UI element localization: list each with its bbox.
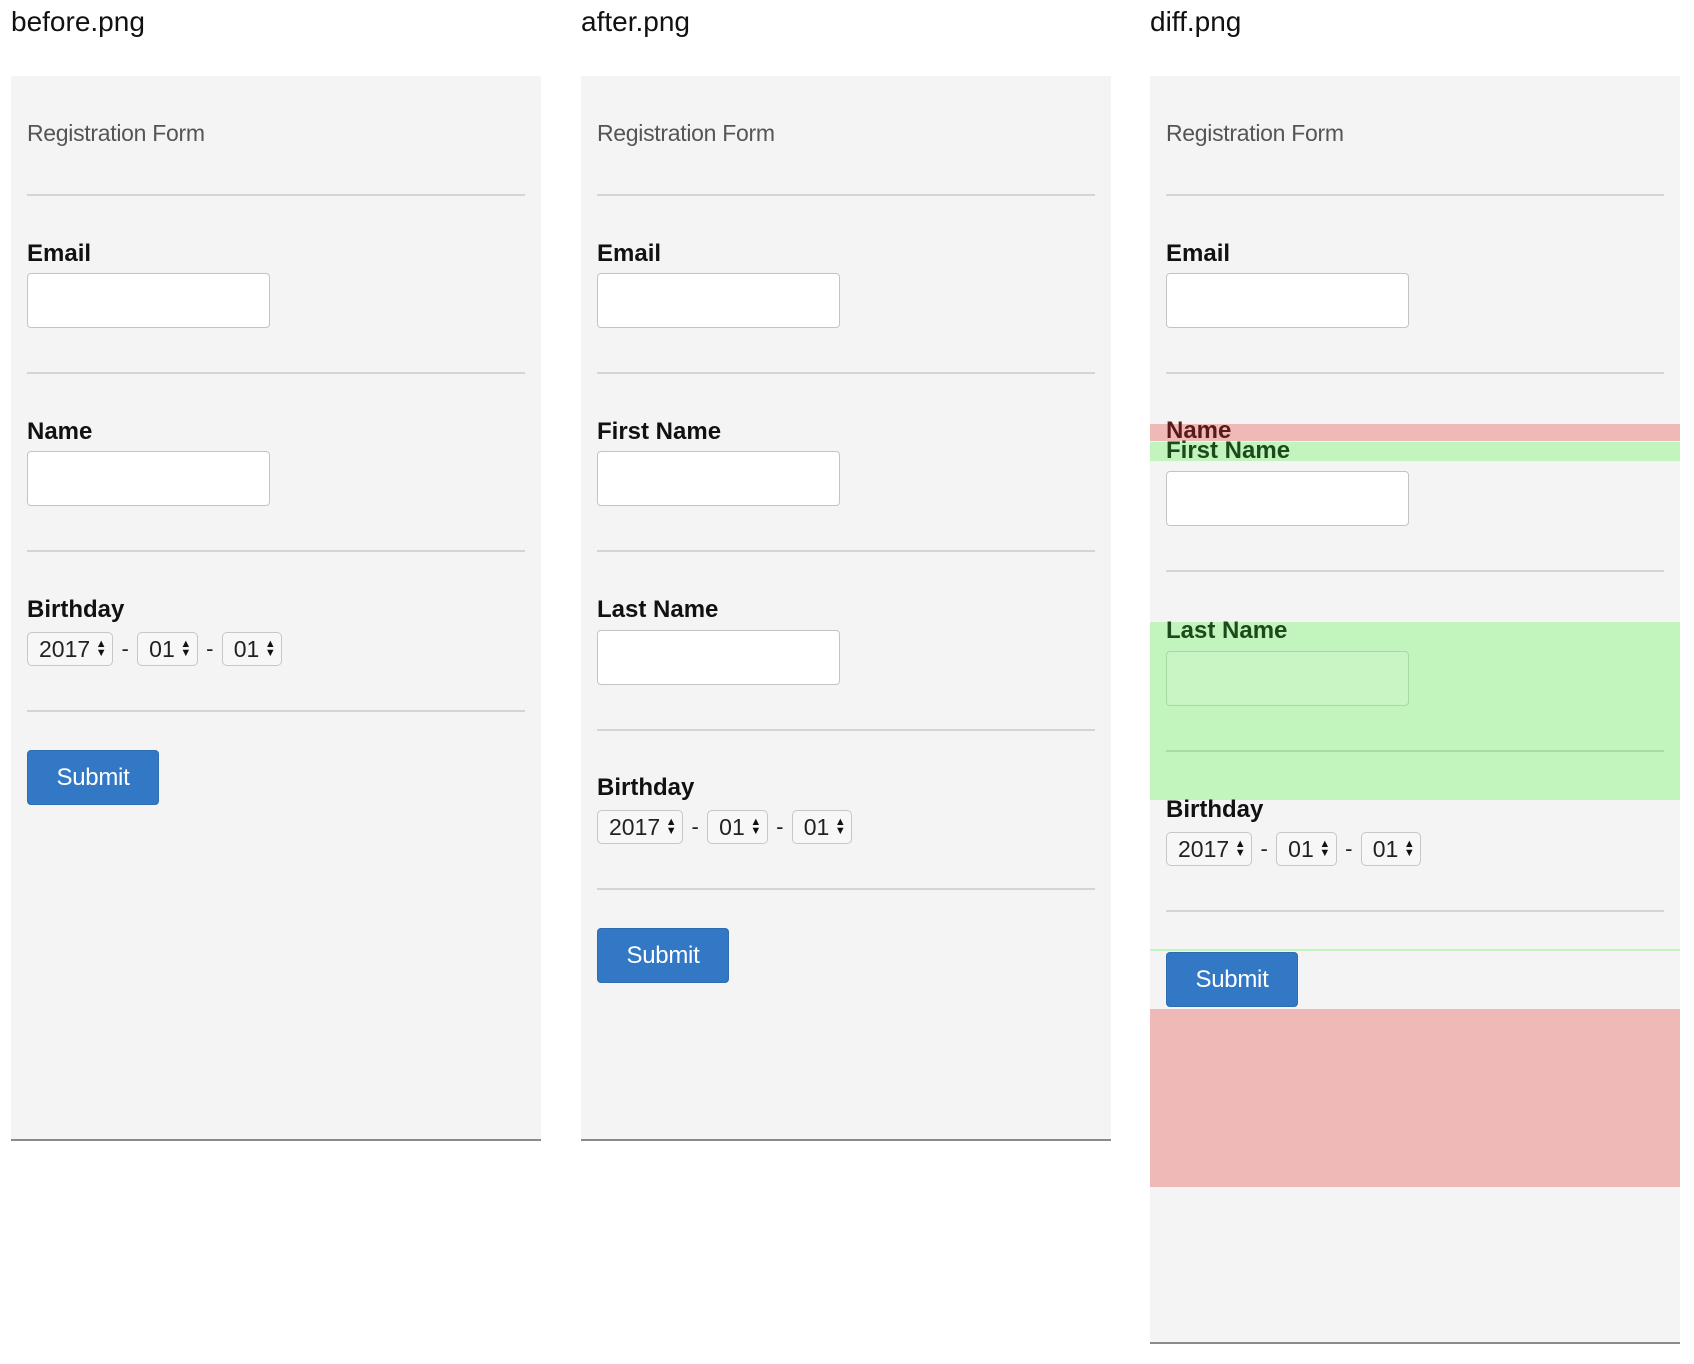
year-value: 2017	[39, 635, 91, 662]
submit-button[interactable]: Submit	[597, 928, 729, 983]
divider	[1166, 194, 1664, 196]
last-name-label: Last Name	[597, 596, 719, 623]
last-name-input[interactable]	[597, 630, 840, 685]
divider	[1166, 570, 1664, 572]
up-down-arrows-icon: ▲ ▼	[264, 638, 276, 659]
month-value: 01	[149, 635, 175, 662]
date-separator: -	[776, 814, 784, 839]
divider	[597, 194, 1095, 196]
up-down-arrows-icon: ▲ ▼	[1403, 838, 1415, 859]
day-value: 01	[803, 813, 830, 840]
divider	[1166, 372, 1664, 374]
month-select[interactable]: 01 ▲ ▼	[1276, 832, 1337, 866]
submit-button[interactable]: Submit	[27, 750, 159, 805]
up-down-arrows-icon: ▲ ▼	[665, 816, 677, 837]
month-select[interactable]: 01 ▲ ▼	[137, 632, 198, 666]
panel-after: Registration Form Email First Name Last …	[581, 76, 1111, 1141]
email-input[interactable]	[27, 273, 270, 328]
email-input[interactable]	[597, 273, 840, 328]
first-name-label: First Name	[1166, 437, 1291, 464]
year-select[interactable]: 2017 ▲ ▼	[1166, 832, 1253, 866]
last-name-label: Last Name	[1166, 617, 1288, 644]
panel-title-diff: diff.png	[1150, 6, 1242, 37]
month-select[interactable]: 01 ▲ ▼	[707, 810, 768, 844]
up-down-arrows-icon: ▲ ▼	[1319, 838, 1331, 859]
divider	[1166, 750, 1664, 752]
day-select[interactable]: 01 ▲ ▼	[221, 632, 283, 666]
panel-diff: Registration Form Email Name First Name …	[1150, 76, 1680, 1344]
panel-title-before: before.png	[11, 6, 145, 37]
email-input[interactable]	[1166, 273, 1409, 328]
divider	[27, 372, 525, 374]
birthday-label: Birthday	[27, 596, 125, 623]
submit-button[interactable]: Submit	[1166, 952, 1298, 1007]
year-select[interactable]: 2017 ▲ ▼	[597, 810, 684, 844]
form-title: Registration Form	[1166, 120, 1344, 146]
divider	[27, 550, 525, 552]
month-value: 01	[719, 813, 745, 840]
email-label: Email	[597, 240, 662, 267]
form-title: Registration Form	[597, 120, 775, 146]
date-separator: -	[1345, 836, 1353, 861]
name-label: Name	[27, 418, 93, 445]
birthday-picker: 2017 ▲ ▼ - 01 ▲ ▼ - 01 ▲ ▼	[1166, 832, 1422, 866]
divider	[27, 710, 525, 712]
divider	[597, 729, 1095, 731]
year-select[interactable]: 2017 ▲ ▼	[27, 632, 114, 666]
name-input[interactable]	[27, 451, 270, 506]
form-title: Registration Form	[27, 120, 205, 146]
first-name-input[interactable]	[597, 451, 840, 506]
email-label: Email	[1166, 240, 1231, 267]
date-separator: -	[121, 636, 129, 661]
divider	[597, 372, 1095, 374]
up-down-arrows-icon: ▲ ▼	[1234, 838, 1246, 859]
day-value: 01	[1372, 835, 1399, 862]
divider	[27, 194, 525, 196]
year-value: 2017	[1178, 835, 1230, 862]
first-name-input[interactable]	[1166, 471, 1409, 526]
date-separator: -	[1260, 836, 1268, 861]
month-value: 01	[1288, 835, 1314, 862]
birthday-label: Birthday	[597, 774, 695, 801]
divider	[597, 888, 1095, 890]
day-value: 01	[233, 635, 260, 662]
date-separator: -	[691, 814, 699, 839]
birthday-picker: 2017 ▲ ▼ - 01 ▲ ▼ - 01 ▲ ▼	[27, 632, 283, 666]
up-down-arrows-icon: ▲ ▼	[180, 638, 192, 659]
date-separator: -	[206, 636, 214, 661]
email-label: Email	[27, 240, 92, 267]
day-select[interactable]: 01 ▲ ▼	[791, 810, 853, 844]
year-value: 2017	[609, 813, 661, 840]
panel-before: Registration Form Email Name Birthday 20…	[11, 76, 541, 1141]
day-select[interactable]: 01 ▲ ▼	[1360, 832, 1422, 866]
birthday-label: Birthday	[1166, 796, 1264, 823]
up-down-arrows-icon: ▲ ▼	[834, 816, 846, 837]
panel-title-after: after.png	[581, 6, 690, 37]
divider	[597, 550, 1095, 552]
birthday-picker: 2017 ▲ ▼ - 01 ▲ ▼ - 01 ▲ ▼	[597, 810, 853, 844]
up-down-arrows-icon: ▲ ▼	[750, 816, 762, 837]
last-name-input[interactable]	[1166, 651, 1409, 706]
first-name-label: First Name	[597, 418, 722, 445]
divider	[1166, 910, 1664, 912]
up-down-arrows-icon: ▲ ▼	[95, 638, 107, 659]
